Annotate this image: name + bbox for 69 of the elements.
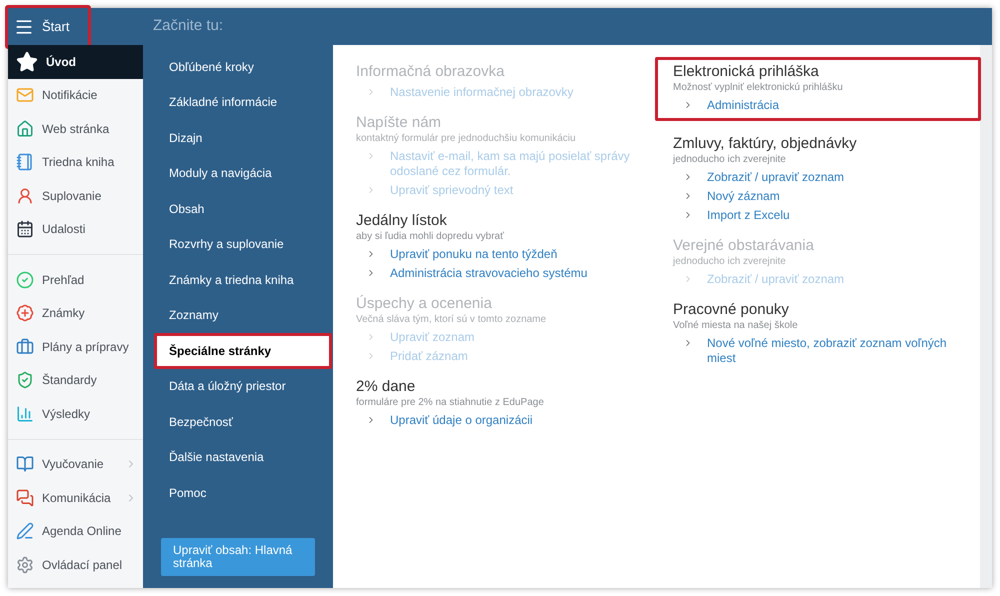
sidebar-item[interactable]: Prehľad — [8, 263, 143, 296]
menu-item[interactable]: Moduly a navigácia — [143, 156, 333, 191]
menu-item[interactable]: Obľúbené kroky — [143, 49, 333, 84]
section-subtitle: Voľné miesta na našej škole — [673, 319, 799, 332]
chat-bubbles-icon — [16, 488, 34, 507]
section-link[interactable]: Nový záznam — [707, 187, 780, 206]
briefcase-icon — [16, 338, 34, 356]
section-subtitle: kontaktný formulár pre jednoduchšiu komunikáciu — [356, 132, 577, 145]
sidebar-item[interactable]: Plány a prípravy — [8, 330, 143, 364]
sidebar-item[interactable]: Vyučovanie — [8, 448, 143, 481]
section-title: Informačná obrazovka — [356, 63, 506, 81]
star-icon — [16, 50, 38, 73]
section-subtitle: Večná sláva tým, ktorí sú v tomto zozname — [356, 313, 548, 326]
menu-item[interactable]: Zoznamy — [143, 298, 333, 333]
menu-item[interactable]: Špeciálne stránky — [154, 333, 332, 368]
envelope-icon — [16, 86, 34, 104]
menu-item[interactable]: Dizajn — [143, 120, 333, 156]
section-link[interactable]: Nové voľné miesto, zobraziť zoznam voľných miest — [707, 334, 963, 368]
section-title: Zmluvy, faktúry, objednávky — [673, 135, 858, 153]
calendar-icon — [16, 220, 34, 238]
sidebar-item[interactable]: Suplovanie — [8, 179, 143, 212]
pen-icon — [16, 522, 34, 540]
section-subtitle: jednoducho ich zverejnite — [673, 153, 787, 166]
section-title: 2% dane — [356, 378, 416, 396]
open-book-icon — [16, 455, 34, 474]
section-subtitle: Možnosť vyplniť elektronickú prihlášku — [673, 81, 844, 94]
menu-item[interactable]: Pomoc — [143, 475, 333, 510]
section-link[interactable]: Administrácia — [707, 96, 780, 115]
section-subtitle: aby si ľudia mohli dopredu vybrať — [356, 230, 505, 243]
person-icon — [16, 186, 34, 205]
sidebar-item[interactable]: Štandardy — [8, 364, 143, 397]
section-link[interactable]: Import z Excelu — [707, 206, 790, 225]
notebook-icon — [16, 153, 34, 172]
shield-icon — [16, 371, 34, 390]
sidebar-item[interactable]: Výsledky — [8, 397, 143, 430]
settings-icon — [16, 556, 34, 574]
section-link[interactable]: Zobraziť / upraviť zoznam — [707, 168, 844, 187]
menu-item[interactable]: Známky a triedna kniha — [143, 262, 333, 298]
sidebar-item[interactable]: Ovládací panel — [8, 548, 143, 582]
sidebar-item[interactable]: Web stránka — [8, 112, 143, 146]
grade-badge-icon — [16, 304, 34, 322]
section-subtitle: formuláre pre 2% na stiahnutie z EduPage — [356, 396, 545, 409]
sidebar-item[interactable]: Úvod — [8, 45, 143, 78]
sidebar-item[interactable]: Agenda Online — [8, 514, 143, 548]
section-title: Úspechy a ocenenia — [356, 295, 493, 313]
section-title: Pracovné ponuky — [673, 301, 790, 319]
sidebar-item[interactable]: Notifikácie — [8, 78, 143, 112]
section-title: Verejné obstarávania — [673, 237, 815, 255]
sidebar-item[interactable]: Triedna kniha — [8, 146, 143, 179]
house-icon — [16, 120, 34, 138]
sidebar-item[interactable]: Komunikácia — [8, 481, 143, 514]
section-title: Elektronická prihláška — [673, 63, 820, 81]
menu-item[interactable]: Dáta a úložný priestor — [143, 368, 333, 404]
sidebar-item[interactable]: Známky — [8, 296, 143, 330]
section-link[interactable]: Administrácia stravovacieho systému — [390, 264, 588, 283]
menu-item[interactable]: Základné informácie — [143, 84, 333, 120]
section-title: Napíšte nám — [356, 114, 442, 132]
menu-item[interactable]: Bezpečnosť — [143, 404, 333, 440]
section-link[interactable]: Upraviť ponuku na tento týždeň — [390, 245, 558, 264]
menu-item[interactable]: Ďalšie nastavenia — [143, 440, 333, 475]
bar-chart-icon — [16, 404, 34, 423]
header-title: Začnite tu: — [152, 16, 224, 36]
section-link[interactable]: Upraviť údaje o organizácii — [390, 411, 533, 430]
menu-item[interactable]: Obsah — [143, 191, 333, 226]
section-title: Jedálny lístok — [356, 212, 448, 230]
section-subtitle: jednoducho ich zverejnite — [673, 255, 787, 268]
check-circle-icon — [16, 270, 34, 289]
sidebar-item[interactable]: Udalosti — [8, 212, 143, 246]
menu-item[interactable]: Rozvrhy a suplovanie — [143, 226, 333, 262]
